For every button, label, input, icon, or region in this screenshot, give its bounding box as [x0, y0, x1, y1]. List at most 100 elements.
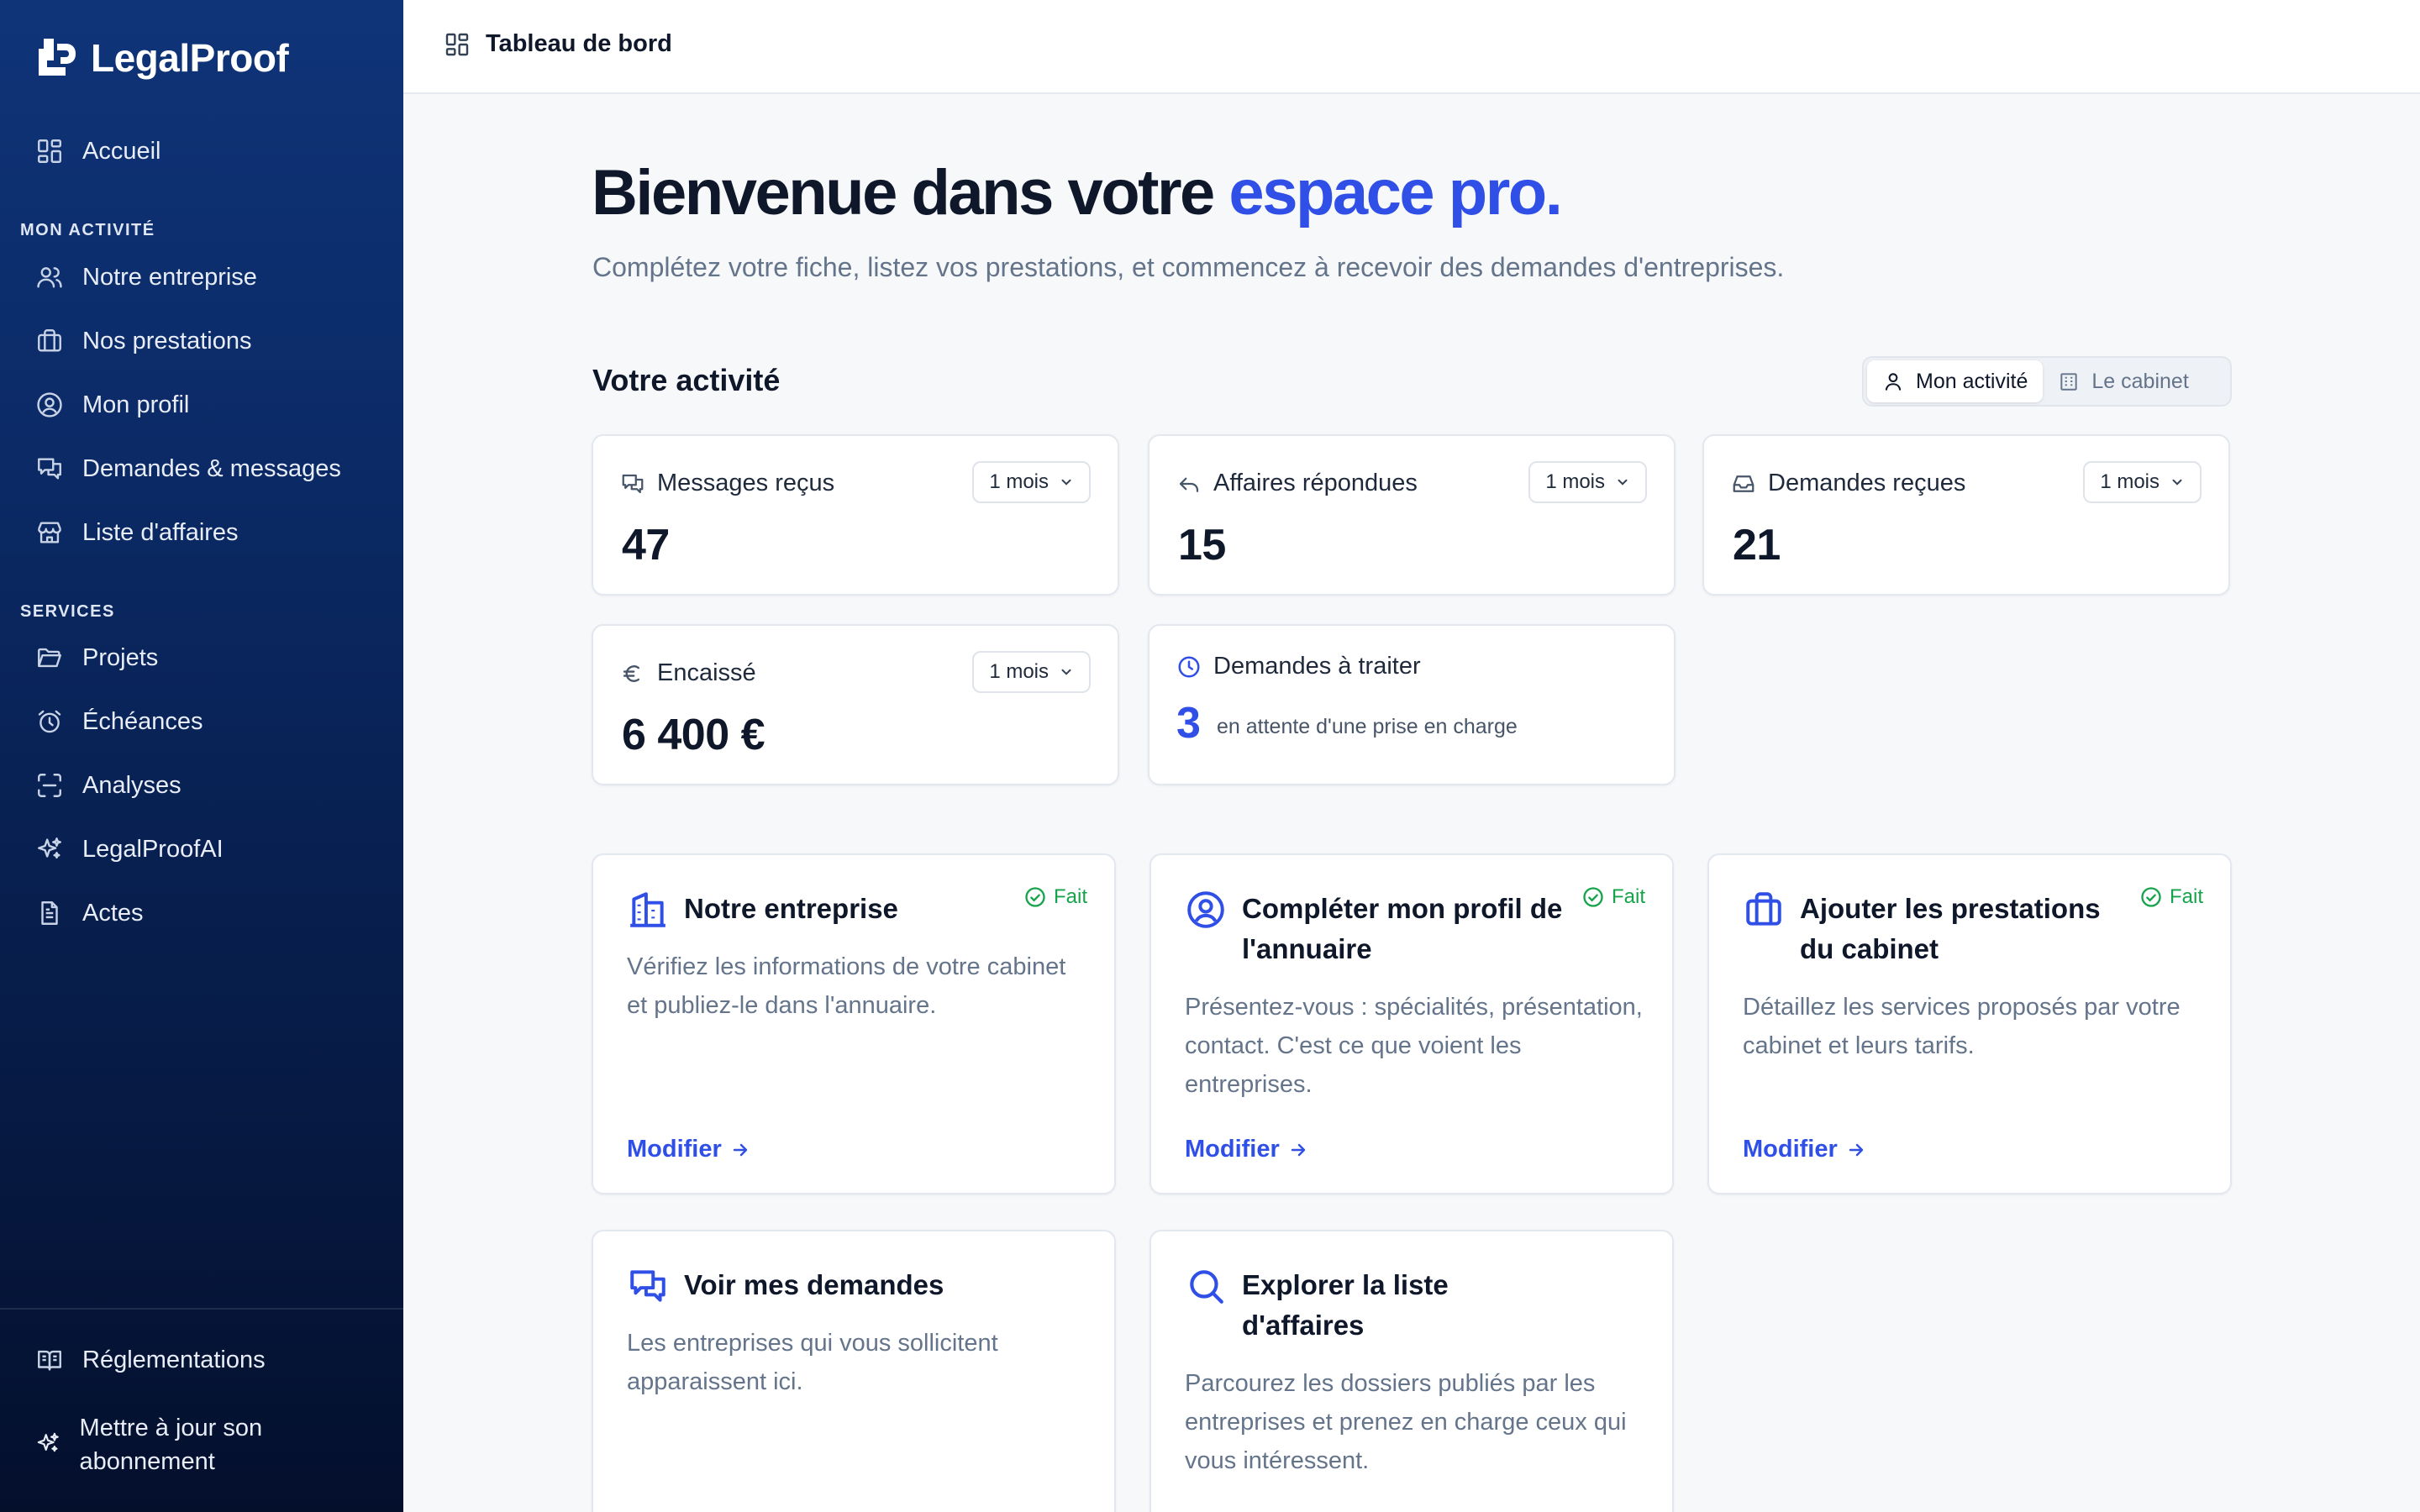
building-icon — [2058, 370, 2080, 392]
user-circle-icon — [35, 391, 64, 419]
folder-icon — [35, 643, 64, 672]
status-label: Fait — [2169, 885, 2203, 908]
messages-icon — [627, 1265, 669, 1307]
sidebar-item-reglementations[interactable]: Réglementations — [35, 1335, 266, 1385]
pending-count: 3 — [1176, 699, 1201, 748]
stat-value: 15 — [1178, 521, 1226, 570]
stat-card-affaires: Affaires répondues 1 mois 15 — [1148, 434, 1676, 596]
modify-link[interactable]: Modifier — [627, 1136, 750, 1163]
sidebar-divider — [0, 1308, 403, 1310]
chevron-down-icon — [1059, 475, 1074, 490]
period-select[interactable]: 1 mois — [972, 461, 1091, 503]
toggle-mon-activite[interactable]: Mon activité — [1867, 360, 2044, 402]
task-card-prestations: Ajouter les prestations du cabinet Fait … — [1707, 853, 2232, 1194]
euro-icon — [620, 661, 645, 686]
section-label-services: SERVICES — [20, 602, 115, 621]
modify-link[interactable]: Modifier — [1185, 1136, 1308, 1163]
stat-header: Demandes reçues — [1731, 470, 1965, 497]
sidebar-item-label: Actes — [82, 899, 144, 927]
messages-icon — [620, 471, 645, 496]
link-label: Modifier — [1185, 1136, 1280, 1163]
sidebar-item-label: Notre entreprise — [82, 263, 257, 291]
task-description: Détaillez les services proposés par votr… — [1743, 994, 2181, 1059]
hero-title-start: Bienvenue dans votre — [592, 157, 1229, 228]
activity-section-title: Votre activité — [592, 363, 781, 397]
sidebar-item-liste-affaires[interactable]: Liste d'affaires — [35, 507, 239, 558]
inbox-icon — [1731, 471, 1756, 496]
status-badge: Fait — [1581, 885, 1645, 909]
hero-title-accent: espace pro. — [1228, 157, 1562, 228]
breadcrumb: Tableau de bord — [444, 30, 672, 58]
reply-icon — [1176, 471, 1202, 496]
sparkles-icon — [35, 1431, 61, 1459]
activity-scope-toggle: Mon activité Le cabinet — [1862, 356, 2232, 407]
status-label: Fait — [1053, 885, 1087, 908]
task-description: Les entreprises qui vous sollicitent app… — [627, 1330, 998, 1395]
sidebar-item-label: Nos prestations — [82, 327, 252, 354]
stat-value: 6 400 € — [622, 711, 765, 759]
stat-header: Demandes à traiter — [1176, 653, 1421, 680]
stat-card-pending[interactable]: Demandes à traiter 3 en attente d'une pr… — [1148, 624, 1676, 785]
grid-icon — [444, 31, 471, 58]
stat-card-demandes: Demandes reçues 1 mois 21 — [1702, 434, 2230, 596]
users-icon — [35, 263, 64, 291]
briefcase-icon — [35, 327, 64, 355]
sidebar-item-analyses[interactable]: Analyses — [35, 760, 182, 811]
brand-name: LegalProof — [91, 36, 289, 80]
sidebar-item-notre-entreprise[interactable]: Notre entreprise — [35, 252, 257, 302]
chevron-down-icon — [1615, 475, 1630, 490]
pending-text: en attente d'une prise en charge — [1217, 715, 1518, 738]
sidebar-item-legalproofai[interactable]: LegalProofAI — [35, 824, 224, 874]
task-title: Ajouter les prestations du cabinet — [1800, 893, 2101, 964]
toggle-le-cabinet[interactable]: Le cabinet — [2043, 360, 2203, 402]
task-description: Vérifiez les informations de votre cabin… — [627, 953, 1066, 1019]
hero-title: Bienvenue dans votre espace pro. — [592, 156, 1563, 229]
user-circle-icon — [1185, 889, 1227, 931]
stat-label: Demandes reçues — [1768, 470, 1966, 496]
arrow-right-icon — [1288, 1140, 1308, 1160]
sidebar-item-demandes-messages[interactable]: Demandes & messages — [35, 444, 341, 494]
period-value: 1 mois — [989, 470, 1049, 493]
period-select[interactable]: 1 mois — [1528, 461, 1647, 503]
sidebar-item-nos-prestations[interactable]: Nos prestations — [35, 316, 252, 366]
modify-link[interactable]: Modifier — [1743, 1136, 1866, 1163]
task-description: Parcourez les dossiers publiés par les e… — [1185, 1370, 1627, 1474]
sidebar-item-projets[interactable]: Projets — [35, 633, 158, 683]
sidebar-item-label: Liste d'affaires — [82, 518, 239, 546]
chevron-down-icon — [2170, 475, 2185, 490]
sidebar-item-actes[interactable]: Actes — [35, 888, 144, 938]
book-icon — [35, 1346, 64, 1374]
status-label: Fait — [1611, 885, 1645, 908]
task-card-mes-demandes[interactable]: Voir mes demandes Les entreprises qui vo… — [592, 1230, 1116, 1512]
sidebar-item-accueil[interactable]: Accueil — [35, 126, 161, 176]
sidebar-item-label: Réglementations — [82, 1346, 266, 1373]
task-card-notre-entreprise: Notre entreprise Fait Vérifiez les infor… — [592, 853, 1116, 1194]
user-icon — [1882, 370, 1904, 392]
upgrade-subscription-button[interactable]: Mettre à jour son abonnement — [35, 1411, 371, 1478]
period-select[interactable]: 1 mois — [2083, 461, 2202, 503]
sidebar-item-label: Demandes & messages — [82, 454, 341, 482]
messages-icon — [35, 454, 64, 483]
sidebar-item-echeances[interactable]: Échéances — [35, 696, 203, 747]
upgrade-label: Mettre à jour son abonnement — [79, 1415, 263, 1475]
brand-logo[interactable]: LegalProof — [35, 35, 289, 81]
task-title: Compléter mon profil de l'annuaire — [1242, 893, 1563, 964]
stat-value: 21 — [1733, 521, 1781, 570]
grid-icon — [35, 137, 64, 165]
period-select[interactable]: 1 mois — [972, 651, 1091, 693]
sidebar: LegalProof Accueil MON ACTIVITÉ Notre en… — [0, 0, 403, 1512]
toggle-label: Le cabinet — [2091, 369, 2189, 393]
document-icon — [35, 899, 64, 927]
store-icon — [35, 518, 64, 547]
scan-icon — [35, 771, 64, 800]
period-value: 1 mois — [989, 660, 1049, 683]
link-label: Modifier — [627, 1136, 722, 1163]
sidebar-item-label: LegalProofAI — [82, 835, 224, 863]
chevron-down-icon — [1059, 664, 1074, 680]
task-card-liste-affaires[interactable]: Explorer la liste d'affaires Parcourez l… — [1150, 1230, 1674, 1512]
section-label-activity: MON ACTIVITÉ — [20, 221, 155, 239]
sidebar-item-label: Projets — [82, 643, 159, 671]
check-circle-icon — [1023, 885, 1047, 909]
sidebar-item-mon-profil[interactable]: Mon profil — [35, 380, 189, 430]
stat-label: Demandes à traiter — [1213, 653, 1421, 680]
